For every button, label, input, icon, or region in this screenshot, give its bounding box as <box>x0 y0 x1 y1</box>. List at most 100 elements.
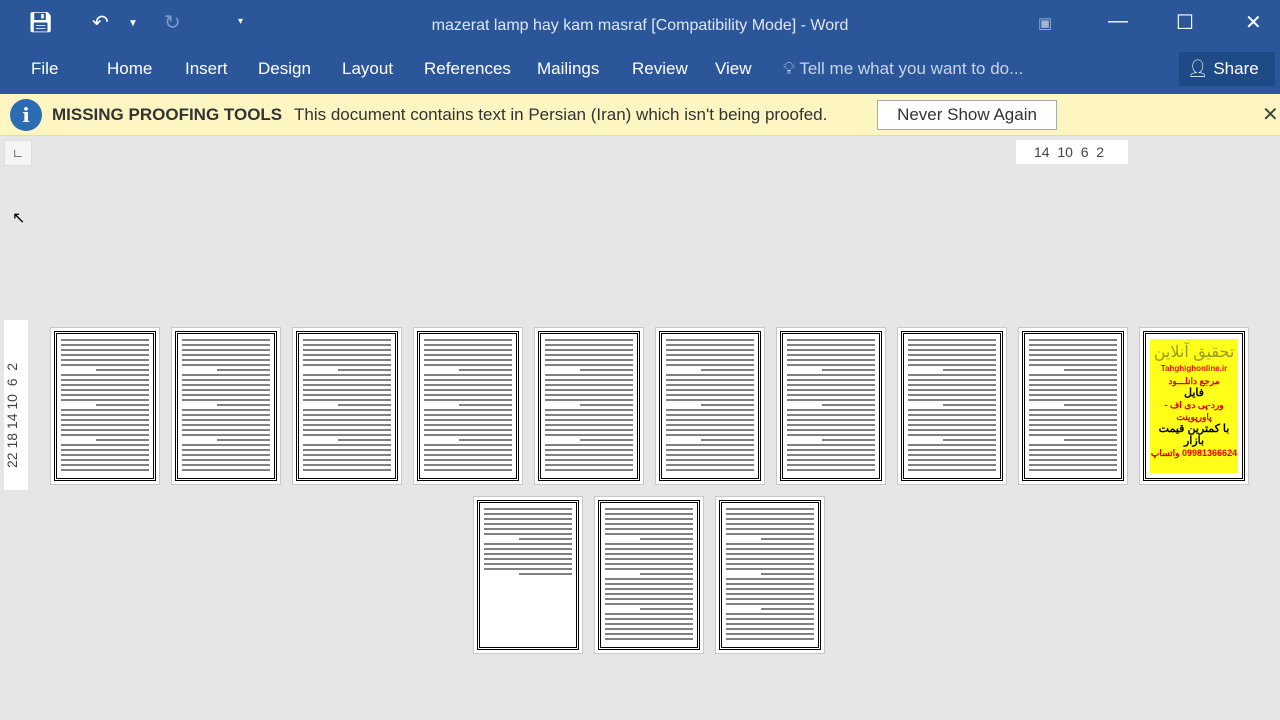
text-line <box>666 469 754 471</box>
text-line <box>908 459 996 461</box>
tab-review[interactable]: Review <box>632 59 688 79</box>
advertisement: تحقیق آنلاین Tahghighonline.ir مرجع دانلــ… <box>1150 339 1238 473</box>
text-line <box>545 409 633 411</box>
text-line <box>701 369 754 371</box>
page-thumbnail[interactable] <box>171 327 281 485</box>
text-line <box>424 374 512 376</box>
text-line <box>726 543 814 545</box>
text-line <box>908 344 996 346</box>
tab-design[interactable]: Design <box>258 59 311 79</box>
text-line <box>908 339 996 341</box>
page-thumbnail[interactable] <box>594 496 704 654</box>
text-line <box>726 528 814 530</box>
tab-selector[interactable]: ∟ <box>4 140 32 166</box>
text-line <box>545 344 633 346</box>
text-line <box>1029 374 1117 376</box>
text-line <box>424 359 512 361</box>
share-button[interactable]: 👤︎ Share <box>1179 52 1275 86</box>
text-line <box>726 508 814 510</box>
text-line <box>545 399 633 401</box>
never-show-again-button[interactable]: Never Show Again <box>877 100 1057 130</box>
text-line <box>605 523 693 525</box>
minimize-icon[interactable]: — <box>1108 10 1128 33</box>
text-line <box>424 414 512 416</box>
page-thumbnail[interactable] <box>1018 327 1128 485</box>
text-line <box>303 399 391 401</box>
text-line <box>908 359 996 361</box>
text-line <box>61 464 149 466</box>
tab-home[interactable]: Home <box>107 59 152 79</box>
text-line <box>484 518 572 520</box>
page-thumbnail[interactable] <box>473 496 583 654</box>
text-line <box>519 538 572 540</box>
text-line <box>605 598 693 600</box>
text-line <box>303 389 391 391</box>
page-thumbnail[interactable] <box>655 327 765 485</box>
text-line <box>666 344 754 346</box>
text-line <box>484 543 572 545</box>
mouse-cursor-icon: ↖ <box>12 210 26 227</box>
text-line <box>484 553 572 555</box>
tab-references[interactable]: References <box>424 59 511 79</box>
close-message-icon[interactable]: ✕ <box>1262 102 1279 127</box>
text-line <box>182 464 270 466</box>
text-line <box>519 573 572 575</box>
ribbon-display-icon[interactable]: ▣ <box>1038 14 1052 32</box>
text-line <box>726 583 814 585</box>
tab-file[interactable]: File <box>31 59 58 79</box>
horizontal-ruler[interactable]: 14 10 6 2 <box>1016 140 1128 164</box>
text-line <box>787 419 875 421</box>
page-thumbnail[interactable] <box>534 327 644 485</box>
ad-text: با کمترین قیمت بازار <box>1158 423 1230 447</box>
text-line <box>666 389 754 391</box>
text-line <box>666 374 754 376</box>
text-line <box>424 389 512 391</box>
text-line <box>545 354 633 356</box>
page-thumbnail[interactable] <box>776 327 886 485</box>
ribbon-tabs: File Home Insert Design Layout Reference… <box>0 50 1280 94</box>
text-line <box>666 429 754 431</box>
text-line <box>726 598 814 600</box>
tab-view[interactable]: View <box>715 59 752 79</box>
page-thumbnail[interactable] <box>413 327 523 485</box>
text-line <box>303 429 391 431</box>
text-line <box>605 613 693 615</box>
text-line <box>182 349 270 351</box>
text-line <box>303 364 391 366</box>
text-line <box>1029 459 1117 461</box>
text-line <box>666 349 754 351</box>
text-line <box>605 548 693 550</box>
page-thumbnail[interactable] <box>897 327 1007 485</box>
page-thumbnail[interactable] <box>715 496 825 654</box>
text-line <box>943 404 996 406</box>
text-line <box>605 553 693 555</box>
text-line <box>545 469 633 471</box>
text-line <box>666 434 754 436</box>
vertical-ruler[interactable]: 22 18 14 10 6 2 <box>4 320 28 490</box>
tab-mailings[interactable]: Mailings <box>537 59 599 79</box>
page-thumbnail[interactable]: تحقیق آنلاین Tahghighonline.ir مرجع دانلــ… <box>1139 327 1249 485</box>
tab-layout[interactable]: Layout <box>342 59 393 79</box>
person-icon: 👤︎ <box>1187 59 1209 78</box>
ad-text: ورد-پی دی اف - پاورپوینت <box>1164 400 1224 422</box>
text-line <box>545 349 633 351</box>
text-line <box>459 404 512 406</box>
message-bar: i MISSING PROOFING TOOLS This document c… <box>0 94 1280 136</box>
tab-insert[interactable]: Insert <box>185 59 228 79</box>
text-line <box>1064 404 1117 406</box>
text-line <box>605 543 693 545</box>
text-line <box>787 374 875 376</box>
text-line <box>666 414 754 416</box>
page-thumbnail[interactable] <box>292 327 402 485</box>
text-line <box>303 374 391 376</box>
page-thumbnail[interactable] <box>50 327 160 485</box>
tell-me-search[interactable]: 💡︎ Tell me what you want to do... <box>783 59 1023 79</box>
text-line <box>701 404 754 406</box>
ad-text: Tahghighonline.ir <box>1160 364 1228 373</box>
text-line <box>61 424 149 426</box>
close-icon[interactable]: ✕ <box>1245 10 1262 35</box>
text-line <box>303 444 391 446</box>
text-line <box>424 349 512 351</box>
text-line <box>424 424 512 426</box>
maximize-icon[interactable]: ☐ <box>1176 10 1194 35</box>
